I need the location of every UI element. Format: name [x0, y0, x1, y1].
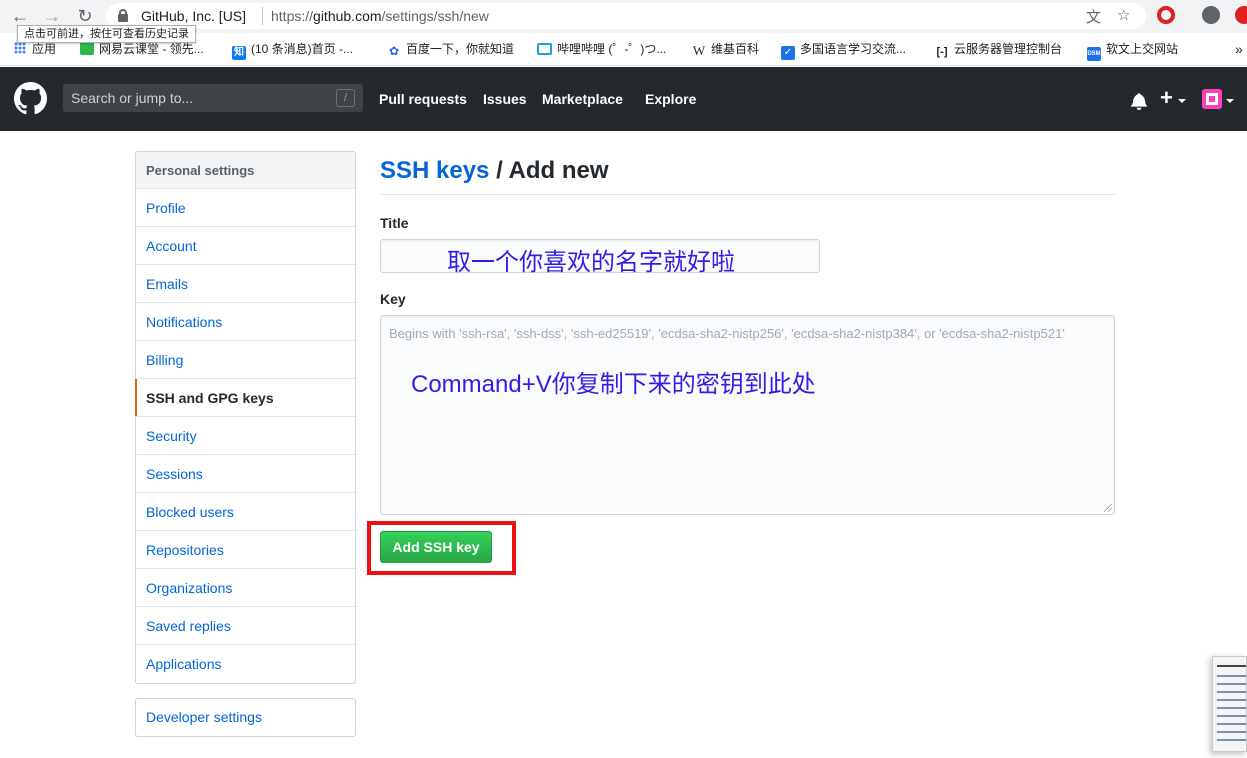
nav-issues[interactable]: Issues: [483, 91, 527, 107]
bilibili-icon: [537, 43, 552, 55]
sidebar-item-developer-settings[interactable]: Developer settings: [135, 698, 356, 737]
bookmark-aliyun[interactable]: [-] 云服务器管理控制台: [935, 41, 1063, 58]
bookmark-language-exchange[interactable]: ✓ 多国语言学习交流...: [781, 41, 906, 60]
bookmark-wikipedia[interactable]: W 维基百科: [692, 41, 759, 58]
sidebar-item-applications[interactable]: Applications: [136, 645, 355, 683]
zhihu-icon: 知: [232, 46, 246, 60]
url-text: https://github.com/settings/ssh/new: [271, 8, 489, 24]
apps-grid-icon: [14, 42, 26, 54]
key-label: Key: [380, 291, 406, 307]
address-bar[interactable]: GitHub, Inc. [US] https://github.com/set…: [106, 3, 1146, 29]
key-textarea[interactable]: Begins with 'ssh-rsa', 'ssh-dss', 'ssh-e…: [380, 315, 1115, 515]
sidebar-item-account[interactable]: Account: [136, 227, 355, 265]
sidebar-header: Personal settings: [136, 152, 355, 189]
dsm-icon: DSM: [1087, 47, 1101, 61]
breadcrumb-ssh-keys-link[interactable]: SSH keys: [380, 157, 489, 184]
extension-icon[interactable]: [1235, 6, 1247, 24]
url-separator: [262, 7, 263, 25]
translate-icon[interactable]: 文: [1086, 6, 1101, 27]
wikipedia-icon: W: [692, 43, 706, 58]
title-label: Title: [380, 215, 409, 231]
add-ssh-key-button[interactable]: Add SSH key: [380, 531, 492, 563]
notification-bell-icon[interactable]: [1131, 92, 1147, 110]
site-org: GitHub, Inc. [US]: [141, 8, 247, 24]
bookmark-apps[interactable]: 应用: [14, 41, 56, 57]
title-divider: [380, 194, 1115, 195]
netease-icon: [80, 41, 94, 55]
avatar[interactable]: [1202, 89, 1222, 109]
avatar-caret-icon[interactable]: [1226, 99, 1234, 103]
create-new-caret-icon[interactable]: [1178, 99, 1186, 103]
page-title: SSH keys / Add new: [380, 157, 609, 185]
key-annotation: Command+V你复制下来的密钥到此处: [411, 371, 816, 398]
check-shield-icon: ✓: [781, 46, 795, 60]
more-bookmarks[interactable]: »: [1235, 41, 1243, 57]
key-placeholder: Begins with 'ssh-rsa', 'ssh-dss', 'ssh-e…: [389, 326, 1065, 341]
github-octocat-icon[interactable]: [14, 82, 47, 115]
search-box: /: [63, 84, 363, 112]
bookmark-zhihu[interactable]: 知 (10 条消息)首页 -...: [232, 41, 353, 60]
breadcrumb-current: / Add new: [489, 157, 609, 184]
sidebar-item-blocked-users[interactable]: Blocked users: [136, 493, 355, 531]
sidebar-item-billing[interactable]: Billing: [136, 341, 355, 379]
settings-sidebar: Personal settings Profile Account Emails…: [135, 151, 356, 684]
screenshot-thumbnail[interactable]: [1212, 656, 1247, 752]
sidebar-item-emails[interactable]: Emails: [136, 265, 355, 303]
profile-icon[interactable]: [1202, 6, 1220, 24]
forward-arrow-icon[interactable]: →: [40, 5, 64, 27]
nav-marketplace[interactable]: Marketplace: [542, 91, 623, 107]
bookmark-ruanwen[interactable]: DSM 软文上交网站: [1087, 41, 1178, 61]
nav-pull-requests[interactable]: Pull requests: [379, 91, 467, 107]
star-icon[interactable]: ☆: [1117, 6, 1130, 24]
lock-icon: [118, 9, 128, 22]
back-arrow-icon[interactable]: ←: [8, 5, 32, 27]
nav-explore[interactable]: Explore: [645, 91, 696, 107]
sidebar-item-ssh-gpg-keys[interactable]: SSH and GPG keys: [135, 379, 355, 417]
resize-handle-icon[interactable]: [1104, 504, 1112, 512]
forward-tooltip: 点击可前进，按住可查看历史记录: [17, 25, 196, 43]
bookmark-bilibili[interactable]: 哔哩哔哩 (゜-゜)つ...: [537, 41, 666, 57]
reload-icon[interactable]: ↻: [73, 5, 97, 27]
baidu-paw-icon: ✿: [388, 44, 400, 58]
sidebar-item-sessions[interactable]: Sessions: [136, 455, 355, 493]
search-input[interactable]: [63, 84, 363, 112]
sidebar-item-repositories[interactable]: Repositories: [136, 531, 355, 569]
title-input[interactable]: 取一个你喜欢的名字就好啦: [380, 239, 820, 276]
github-header: / Pull requests Issues Marketplace Explo…: [0, 67, 1247, 131]
sidebar-item-notifications[interactable]: Notifications: [136, 303, 355, 341]
title-annotation: 取一个你喜欢的名字就好啦: [447, 249, 735, 276]
sidebar-item-organizations[interactable]: Organizations: [136, 569, 355, 607]
aliyun-icon: [-]: [936, 46, 948, 58]
sidebar-item-saved-replies[interactable]: Saved replies: [136, 607, 355, 645]
create-new-plus-icon[interactable]: +: [1160, 85, 1173, 111]
bookmark-netease[interactable]: 网易云课堂 - 领先...: [80, 41, 204, 57]
bookmark-baidu[interactable]: ✿ 百度一下，你就知道: [387, 41, 514, 58]
opera-extension-icon[interactable]: [1157, 6, 1175, 24]
slash-shortcut-hint: /: [336, 89, 355, 107]
sidebar-item-security[interactable]: Security: [136, 417, 355, 455]
sidebar-item-profile[interactable]: Profile: [136, 189, 355, 227]
